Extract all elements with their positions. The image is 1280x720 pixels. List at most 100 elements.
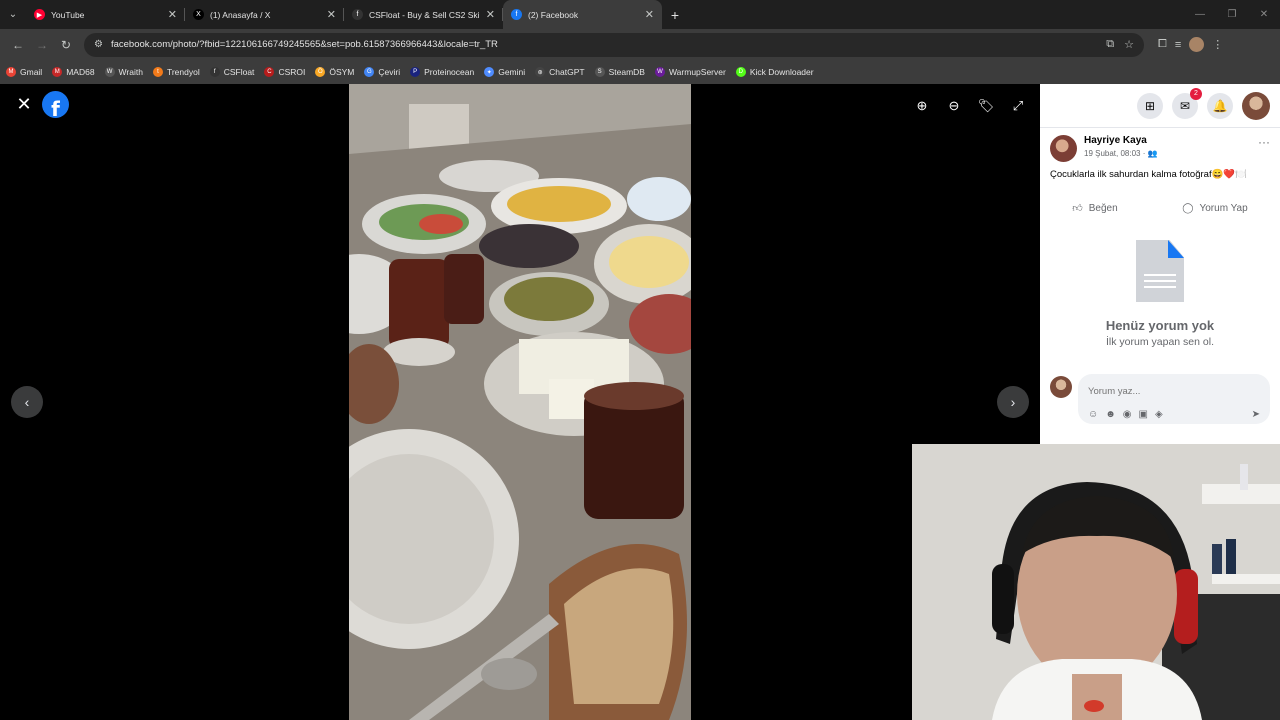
forward-icon[interactable]: → xyxy=(30,33,54,57)
tab-youtube[interactable]: ▶ YouTube ✕ xyxy=(26,0,185,29)
thumbs-up-icon: 👍︎ xyxy=(1072,203,1083,214)
bookmark-item[interactable]: Ö ÖSYM xyxy=(315,67,354,77)
site-info-icon[interactable]: ⚙ xyxy=(94,39,103,50)
avatar-sticker-icon[interactable]: ☺ xyxy=(1088,409,1098,420)
post-date[interactable]: 19 Şubat, 08:03 · 👥 xyxy=(1084,149,1158,158)
author-avatar[interactable] xyxy=(1050,135,1077,162)
bookmark-item[interactable]: G Çeviri xyxy=(364,67,400,77)
x-icon: X xyxy=(193,9,204,20)
comment-composer: ☺ ☻ ◉ ▣ ◈ ➤ xyxy=(1040,374,1280,424)
bookmark-favicon-icon: C xyxy=(264,67,275,77)
like-button[interactable]: 👍︎ Beğen xyxy=(1072,202,1117,215)
bookmark-favicon-icon: ✦ xyxy=(484,67,495,77)
bookmark-favicon-icon: M xyxy=(6,67,16,77)
bookmark-item[interactable]: S SteamDB xyxy=(594,67,645,77)
author-name[interactable]: Hayriye Kaya xyxy=(1084,135,1158,146)
breakfast-table-image xyxy=(349,84,691,720)
zoom-in-icon[interactable]: ⊕ xyxy=(912,96,932,116)
tag-icon[interactable]: 🏷 xyxy=(976,96,996,116)
close-tab-icon[interactable]: ✕ xyxy=(486,8,495,21)
bookmark-label: Gemini xyxy=(498,67,526,77)
gif-icon[interactable]: ▣ xyxy=(1138,409,1147,420)
account-avatar[interactable] xyxy=(1242,91,1270,120)
url-text[interactable]: facebook.com/photo/?fbid=122106166749245… xyxy=(111,39,1098,50)
post-caption: Çocuklarla ilk sahurdan kalma fotoğraf😄❤… xyxy=(1050,169,1248,180)
reload-icon[interactable]: ↻ xyxy=(54,33,78,57)
bookmark-label: MAD68 xyxy=(66,67,95,77)
tab-title: (1) Anasayfa / X xyxy=(210,9,271,20)
bookmark-item[interactable]: W Wraith xyxy=(104,67,143,77)
install-app-icon[interactable]: ⧉ xyxy=(1106,38,1114,51)
zoom-out-icon[interactable]: ⊖ xyxy=(944,96,964,116)
address-bar[interactable]: ⚙ facebook.com/photo/?fbid=1221061667492… xyxy=(84,32,1144,57)
close-tab-icon[interactable]: ✕ xyxy=(645,8,654,21)
tab-search-icon[interactable]: ⌄ xyxy=(0,0,26,29)
bookmark-favicon-icon: P xyxy=(410,67,421,77)
bookmark-label: WarmupServer xyxy=(668,67,726,77)
bookmark-item[interactable]: M MAD68 xyxy=(52,67,95,77)
post-side-panel: ⊞ ✉ 2 🔔 Hayriye Kaya 19 Şubat, 08:03 · 👥… xyxy=(1040,84,1280,444)
maximize-icon[interactable]: ❐ xyxy=(1216,0,1248,29)
back-icon[interactable]: ← xyxy=(6,33,30,57)
menu-icon[interactable]: ⋮ xyxy=(1212,38,1223,51)
bookmark-label: SteamDB xyxy=(608,67,645,77)
tab-x[interactable]: X (1) Anasayfa / X ✕ xyxy=(185,0,344,29)
media-control-icon[interactable]: ≡ xyxy=(1175,39,1181,51)
bookmark-favicon-icon: ⊛ xyxy=(535,67,546,77)
emoji-icon[interactable]: ☻ xyxy=(1105,409,1116,420)
tab-title: (2) Facebook xyxy=(528,9,579,20)
bookmark-star-icon[interactable]: ☆ xyxy=(1124,38,1134,51)
previous-photo-button[interactable]: ‹ xyxy=(11,386,43,418)
bookmark-item[interactable]: D Kick Downloader xyxy=(735,67,814,77)
bookmark-item[interactable]: M Gmail xyxy=(6,67,42,77)
bookmark-label: Proteinocean xyxy=(424,67,475,77)
post-photo[interactable] xyxy=(349,84,691,720)
bookmark-item[interactable]: W WarmupServer xyxy=(654,67,726,77)
facebook-icon: f xyxy=(511,9,522,20)
close-window-icon[interactable]: ✕ xyxy=(1248,0,1280,29)
bookmarks-bar: M Gmail M MAD68 W Wraith t Trendyol f CSFloat C CSR… xyxy=(0,60,1280,84)
bookmark-item[interactable]: ⊛ ChatGPT xyxy=(535,67,585,77)
bookmark-item[interactable]: f CSFloat xyxy=(209,67,254,77)
chevron-left-icon: ‹ xyxy=(24,394,30,410)
comment-box[interactable]: ☺ ☻ ◉ ▣ ◈ ➤ xyxy=(1078,374,1270,424)
extensions-icon[interactable]: ⧠ xyxy=(1158,38,1167,51)
comment-input[interactable] xyxy=(1088,386,1260,397)
tab-csfloat[interactable]: f CSFloat - Buy & Sell CS2 Skins ✕ xyxy=(344,0,503,29)
bookmark-label: ÖSYM xyxy=(329,67,355,77)
post-header: Hayriye Kaya 19 Şubat, 08:03 · 👥 ··· xyxy=(1040,128,1280,169)
messenger-icon[interactable]: ✉ 2 xyxy=(1172,87,1202,119)
bookmark-item[interactable]: C CSROI xyxy=(264,67,305,77)
bookmark-label: Wraith xyxy=(118,67,143,77)
send-icon[interactable]: ➤ xyxy=(1252,409,1260,420)
sticker-icon[interactable]: ◈ xyxy=(1155,409,1163,420)
more-options-icon[interactable]: ··· xyxy=(1258,135,1270,162)
close-tab-icon[interactable]: ✕ xyxy=(168,8,177,21)
bookmark-label: Trendyol xyxy=(166,67,200,77)
profile-avatar[interactable] xyxy=(1189,37,1205,52)
minimize-icon[interactable]: — xyxy=(1184,0,1216,29)
close-tab-icon[interactable]: ✕ xyxy=(327,8,336,21)
menu-grid-icon[interactable]: ⊞ xyxy=(1137,92,1163,119)
csfloat-icon: f xyxy=(352,9,363,20)
bookmark-favicon-icon: f xyxy=(209,67,220,77)
bookmark-item[interactable]: P Proteinocean xyxy=(410,67,474,77)
facebook-logo[interactable]: f xyxy=(42,91,69,118)
tab-facebook[interactable]: f (2) Facebook ✕ xyxy=(503,0,662,29)
empty-subtitle: İlk yorum yapan sen ol. xyxy=(1106,336,1214,348)
composer-avatar xyxy=(1050,376,1072,398)
next-photo-button[interactable]: › xyxy=(997,386,1029,418)
notifications-icon[interactable]: 🔔 xyxy=(1207,92,1233,119)
bookmark-item[interactable]: ✦ Gemini xyxy=(484,67,525,77)
fullscreen-icon[interactable]: ⤢ xyxy=(1008,96,1028,116)
comment-label: Yorum Yap xyxy=(1199,202,1248,214)
comment-button[interactable]: ◯ Yorum Yap xyxy=(1182,202,1247,214)
post-actions: 👍︎ Beğen ◯ Yorum Yap xyxy=(1040,202,1280,215)
browser-toolbar: ← → ↻ ⚙ facebook.com/photo/?fbid=1221061… xyxy=(0,29,1280,60)
window-controls: — ❐ ✕ xyxy=(1184,0,1280,29)
new-tab-button[interactable]: + xyxy=(662,0,688,29)
bookmark-favicon-icon: G xyxy=(364,67,375,77)
close-icon[interactable]: ✕ xyxy=(14,94,34,114)
bookmark-item[interactable]: t Trendyol xyxy=(152,67,200,77)
camera-icon[interactable]: ◉ xyxy=(1123,409,1132,420)
